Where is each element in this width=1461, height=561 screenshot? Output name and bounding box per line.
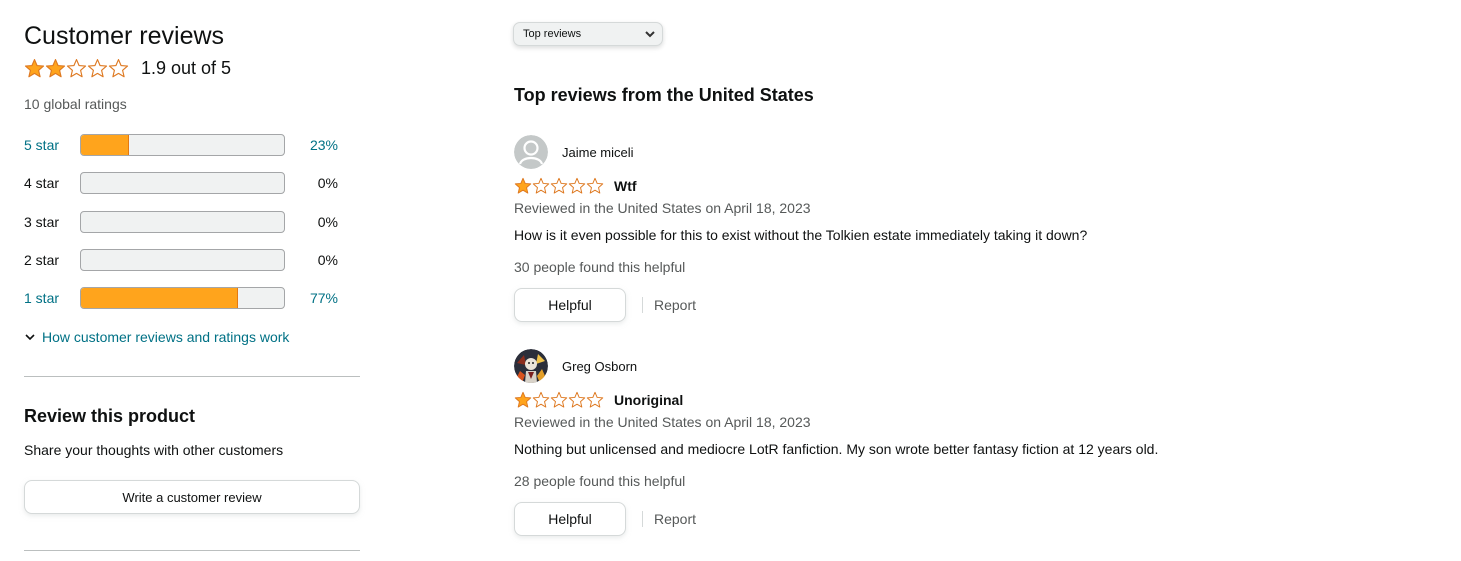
- histogram-percent[interactable]: 77%: [310, 290, 338, 306]
- sort-selected-label: Top reviews: [523, 28, 582, 40]
- review-date: Reviewed in the United States on April 1…: [514, 414, 811, 430]
- star-empty-icon: [568, 177, 586, 194]
- separator: [642, 297, 643, 313]
- histogram-label[interactable]: 5 star: [24, 137, 80, 153]
- histogram-bar-fill: [81, 135, 129, 155]
- review-title-row: Unoriginal: [514, 391, 683, 409]
- histogram-percent: 0%: [317, 214, 338, 230]
- reviewer-profile[interactable]: Jaime miceli: [514, 135, 634, 169]
- histogram-row-3-star: 3 star 0%: [24, 210, 344, 234]
- star-empty-icon: [532, 391, 550, 408]
- star-empty-icon: [550, 391, 568, 408]
- histogram-bar[interactable]: [80, 287, 285, 309]
- star-empty-icon: [586, 391, 604, 408]
- review-body: How is it even possible for this to exis…: [514, 227, 1088, 243]
- review-body: Nothing but unlicensed and mediocre LotR…: [514, 441, 1159, 457]
- star-empty-icon: [586, 177, 604, 194]
- divider: [24, 376, 360, 377]
- histogram-row-4-star: 4 star 0%: [24, 171, 344, 195]
- customer-reviews-title: Customer reviews: [24, 22, 225, 50]
- review-actions: Helpful Report: [514, 288, 696, 322]
- star-full-icon: [514, 391, 532, 408]
- reviewer-name[interactable]: Jaime miceli: [562, 145, 634, 160]
- star-empty-icon: [568, 391, 586, 408]
- histogram-row-5-star[interactable]: 5 star 23%: [24, 133, 344, 157]
- report-link[interactable]: Report: [654, 511, 696, 527]
- histogram-label: 2 star: [24, 252, 60, 268]
- histogram-bar-fill: [81, 288, 239, 308]
- star-empty-icon: [66, 59, 87, 78]
- top-reviews-heading: Top reviews from the United States: [514, 85, 814, 105]
- divider: [24, 550, 360, 551]
- helpful-count: 28 people found this helpful: [514, 473, 686, 489]
- review-title-row: Wtf: [514, 177, 637, 195]
- default-avatar-icon: [514, 135, 548, 169]
- share-thoughts-text: Share your thoughts with other customers: [24, 442, 284, 458]
- star-half-icon: [45, 59, 66, 78]
- review-title[interactable]: Wtf: [614, 178, 637, 194]
- histogram-percent: 0%: [317, 175, 338, 191]
- review-date: Reviewed in the United States on April 1…: [514, 200, 811, 216]
- helpful-count: 30 people found this helpful: [514, 259, 686, 275]
- review-star-rating[interactable]: [514, 391, 604, 409]
- review-star-rating[interactable]: [514, 177, 604, 195]
- histogram-row-2-star: 2 star 0%: [24, 248, 344, 272]
- star-empty-icon: [550, 177, 568, 194]
- overall-rating-text: 1.9 out of 5: [141, 58, 232, 78]
- how-reviews-work-text[interactable]: How customer reviews and ratings work: [42, 329, 289, 345]
- review-title[interactable]: Unoriginal: [614, 392, 683, 408]
- star-empty-icon: [87, 59, 108, 78]
- histogram-row-1-star[interactable]: 1 star 77%: [24, 286, 344, 310]
- histogram-bar: [80, 249, 285, 271]
- helpful-button[interactable]: Helpful: [514, 288, 626, 322]
- histogram-bar: [80, 172, 285, 194]
- histogram-percent: 0%: [317, 252, 338, 268]
- histogram-bar[interactable]: [80, 134, 285, 156]
- write-review-button[interactable]: Write a customer review: [24, 480, 360, 514]
- histogram-label[interactable]: 1 star: [24, 290, 80, 306]
- overall-rating[interactable]: 1.9 out of 5: [24, 58, 231, 79]
- overall-star-rating: [24, 58, 129, 79]
- star-full-icon: [514, 177, 532, 194]
- star-empty-icon: [532, 177, 550, 194]
- chevron-down-icon: [645, 31, 655, 38]
- histogram-label: 3 star: [24, 214, 60, 230]
- reviewer-profile[interactable]: Greg Osborn: [514, 349, 637, 383]
- helpful-button[interactable]: Helpful: [514, 502, 626, 536]
- reviewer-name[interactable]: Greg Osborn: [562, 359, 637, 374]
- global-ratings-count: 10 global ratings: [24, 96, 127, 112]
- review-this-product-heading: Review this product: [24, 406, 196, 426]
- how-reviews-work-link[interactable]: How customer reviews and ratings work: [24, 329, 289, 345]
- star-empty-icon: [108, 59, 129, 78]
- review-actions: Helpful Report: [514, 502, 696, 536]
- histogram-bar: [80, 211, 285, 233]
- histogram-percent[interactable]: 23%: [310, 137, 338, 153]
- report-link[interactable]: Report: [654, 297, 696, 313]
- histogram-label: 4 star: [24, 175, 60, 191]
- sort-dropdown[interactable]: Top reviews: [513, 22, 663, 46]
- photo-avatar: [514, 349, 548, 383]
- separator: [642, 511, 643, 527]
- star-full-icon: [24, 59, 45, 78]
- chevron-down-icon: [25, 334, 35, 341]
